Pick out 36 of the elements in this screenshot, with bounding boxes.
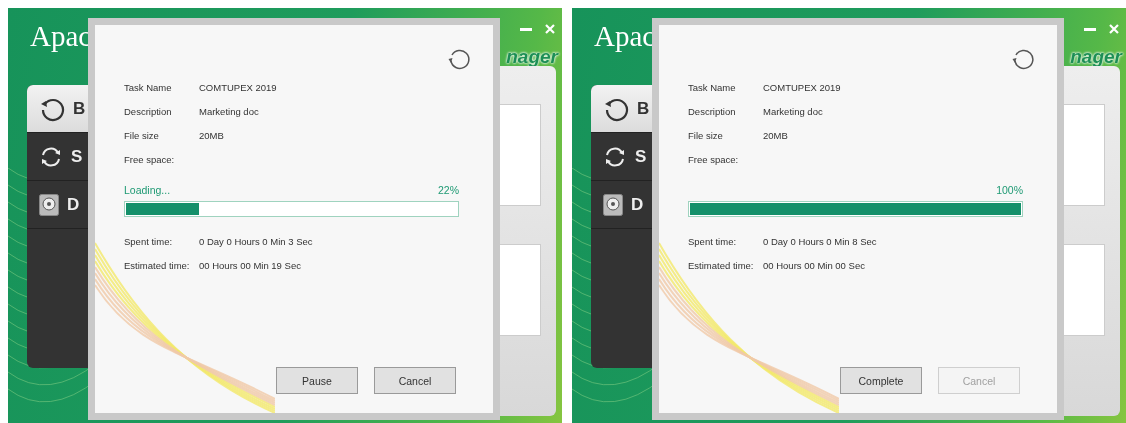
field-value: 0 Day 0 Hours 0 Min 8 Sec xyxy=(763,235,877,247)
field-label: Description xyxy=(688,105,737,117)
dialog-button[interactable]: Pause xyxy=(276,367,358,394)
field-label: Task Name xyxy=(124,81,173,93)
field-label: Estimated time: xyxy=(688,259,755,271)
close-icon[interactable] xyxy=(545,24,555,34)
percent-text: 100% xyxy=(996,184,1023,196)
field-label: Spent time: xyxy=(688,235,738,247)
field-label: File size xyxy=(124,129,160,141)
refresh-icon[interactable] xyxy=(447,47,471,71)
field-value: 0 Day 0 Hours 0 Min 3 Sec xyxy=(199,235,313,247)
field-label: Estimated time: xyxy=(124,259,191,271)
app-logo: Apac xyxy=(594,20,656,53)
field-value: 00 Hours 00 Min 00 Sec xyxy=(763,259,865,271)
field-value: COMTUPEX 2019 xyxy=(763,81,841,93)
field-value: COMTUPEX 2019 xyxy=(199,81,277,93)
field-label: Description xyxy=(124,105,173,117)
field-value: Marketing doc xyxy=(763,105,823,117)
field-label: File size xyxy=(688,129,724,141)
field-value: Marketing doc xyxy=(199,105,259,117)
close-icon[interactable] xyxy=(1109,24,1119,34)
field-label: Spent time: xyxy=(124,235,174,247)
field-value: 20MB xyxy=(763,129,788,141)
status-text: Loading... xyxy=(124,184,171,196)
field-label: Task Name xyxy=(688,81,737,93)
app-title: nager xyxy=(1070,46,1122,68)
field-label: Free space: xyxy=(688,153,740,165)
field-label: Free space: xyxy=(124,153,176,165)
percent-text: 22% xyxy=(438,184,459,196)
field-value: 00 Hours 00 Min 19 Sec xyxy=(199,259,301,271)
app-title: nager xyxy=(506,46,558,68)
refresh-icon[interactable] xyxy=(1011,47,1035,71)
app-logo: Apac xyxy=(30,20,92,53)
dialog-button[interactable]: Cancel xyxy=(374,367,456,394)
dialog-button[interactable]: Complete xyxy=(840,367,922,394)
field-value: 20MB xyxy=(199,129,224,141)
